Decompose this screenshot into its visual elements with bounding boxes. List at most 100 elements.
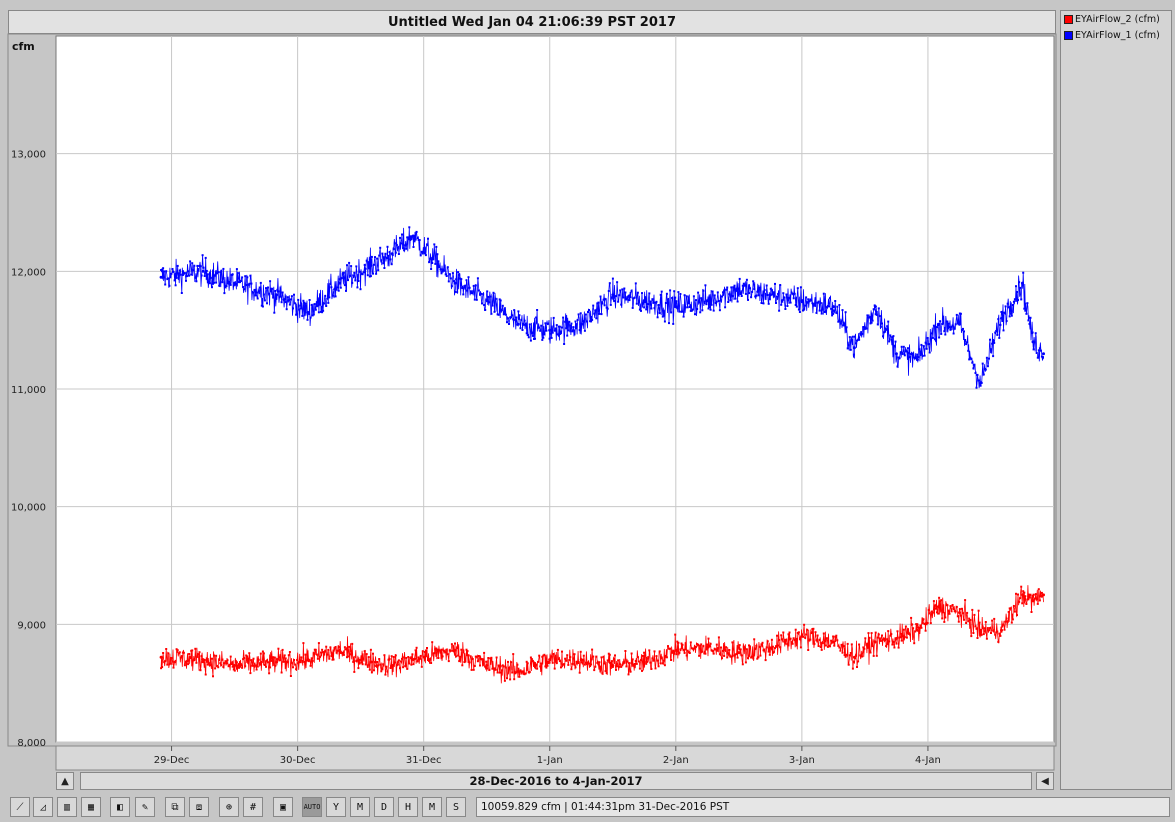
data-point xyxy=(625,298,628,301)
zoom-icon[interactable]: ⊕ xyxy=(219,797,239,817)
data-point xyxy=(570,668,573,671)
column-chart-icon[interactable]: ▦ xyxy=(81,797,101,817)
data-point xyxy=(708,306,711,309)
data-point xyxy=(657,304,660,306)
hour-button[interactable]: H xyxy=(398,797,418,817)
data-point xyxy=(201,269,205,273)
bar-chart-icon[interactable]: ▥ xyxy=(57,797,77,817)
data-point xyxy=(624,291,627,294)
data-point xyxy=(602,655,605,658)
data-point xyxy=(844,311,847,314)
cube-icon[interactable]: ◧ xyxy=(110,797,130,817)
data-point xyxy=(949,605,952,608)
scroll-left-up-icon[interactable]: ▲ xyxy=(56,772,74,790)
data-point xyxy=(800,299,804,303)
scroll-right-icon[interactable]: ◀ xyxy=(1036,772,1054,790)
data-point xyxy=(191,262,194,265)
data-point xyxy=(879,325,882,328)
data-point xyxy=(608,653,611,656)
data-point xyxy=(731,641,734,644)
data-point xyxy=(506,321,508,324)
data-point xyxy=(550,336,553,339)
data-point xyxy=(449,649,452,652)
month-button[interactable]: M xyxy=(350,797,370,817)
data-point xyxy=(230,663,233,665)
second-button[interactable]: S xyxy=(446,797,466,817)
data-point xyxy=(700,643,703,646)
minute-button[interactable]: M xyxy=(422,797,442,817)
data-point xyxy=(865,327,868,330)
data-point xyxy=(782,292,785,295)
y-axis-unit: cfm xyxy=(12,40,35,53)
data-point xyxy=(1005,617,1008,620)
data-point xyxy=(663,664,666,667)
data-point xyxy=(253,288,256,291)
data-point xyxy=(397,659,400,662)
data-point xyxy=(882,335,884,338)
data-point xyxy=(199,265,202,268)
data-point xyxy=(163,270,166,273)
data-point xyxy=(450,285,453,288)
data-point xyxy=(874,631,877,634)
data-point xyxy=(643,306,646,309)
data-point xyxy=(546,664,549,667)
data-point xyxy=(536,667,539,670)
data-point xyxy=(526,334,529,337)
data-point xyxy=(536,309,539,311)
data-point xyxy=(743,647,746,650)
data-point xyxy=(333,287,336,290)
data-point xyxy=(600,313,603,316)
data-point xyxy=(488,669,491,671)
data-point xyxy=(316,304,319,307)
data-point xyxy=(967,349,970,352)
data-point xyxy=(288,303,291,306)
data-point xyxy=(460,278,463,281)
data-point xyxy=(1016,614,1018,617)
data-point xyxy=(588,309,590,311)
chart[interactable]: 8,000 9,000 10,000 11,000 12,000 13,000 29-Dec… xyxy=(0,0,1175,794)
data-point xyxy=(224,660,227,663)
data-point xyxy=(587,311,589,313)
data-point xyxy=(266,302,268,305)
grid-icon[interactable]: # xyxy=(243,797,263,817)
data-point xyxy=(780,303,783,306)
area-chart-icon[interactable]: ◿ xyxy=(33,797,53,817)
data-point xyxy=(701,650,704,653)
data-point xyxy=(512,318,515,321)
data-point xyxy=(301,314,304,317)
data-point xyxy=(1038,599,1041,602)
data-point xyxy=(531,334,534,337)
data-point xyxy=(197,268,200,271)
data-point xyxy=(1020,298,1023,301)
brush-icon[interactable]: ✎ xyxy=(135,797,155,817)
data-point xyxy=(314,308,317,311)
data-point xyxy=(495,656,498,659)
data-point xyxy=(525,332,528,335)
data-point xyxy=(245,284,248,286)
data-point xyxy=(369,263,373,267)
data-point xyxy=(320,651,322,654)
save-icon[interactable]: ▣ xyxy=(273,797,293,817)
data-point xyxy=(814,631,817,634)
data-point xyxy=(271,287,274,290)
data-point xyxy=(903,354,906,357)
data-point xyxy=(241,666,244,669)
data-point xyxy=(755,294,758,297)
data-point xyxy=(246,655,249,658)
line-chart-icon[interactable]: ⟋ xyxy=(10,797,30,817)
copy-icon[interactable]: ⧉ xyxy=(165,797,185,817)
auto-button[interactable]: AUTO xyxy=(302,797,322,817)
data-point xyxy=(738,644,741,647)
paste-icon[interactable]: ⧈ xyxy=(189,797,209,817)
data-point xyxy=(766,640,769,643)
data-point xyxy=(329,646,332,649)
data-point xyxy=(1023,591,1026,594)
data-point xyxy=(331,294,334,297)
data-point xyxy=(849,652,852,654)
data-point xyxy=(388,658,391,661)
day-button[interactable]: D xyxy=(374,797,394,817)
data-point xyxy=(176,649,179,652)
data-point xyxy=(355,265,358,268)
year-button[interactable]: Y xyxy=(326,797,346,817)
data-point xyxy=(297,298,300,301)
